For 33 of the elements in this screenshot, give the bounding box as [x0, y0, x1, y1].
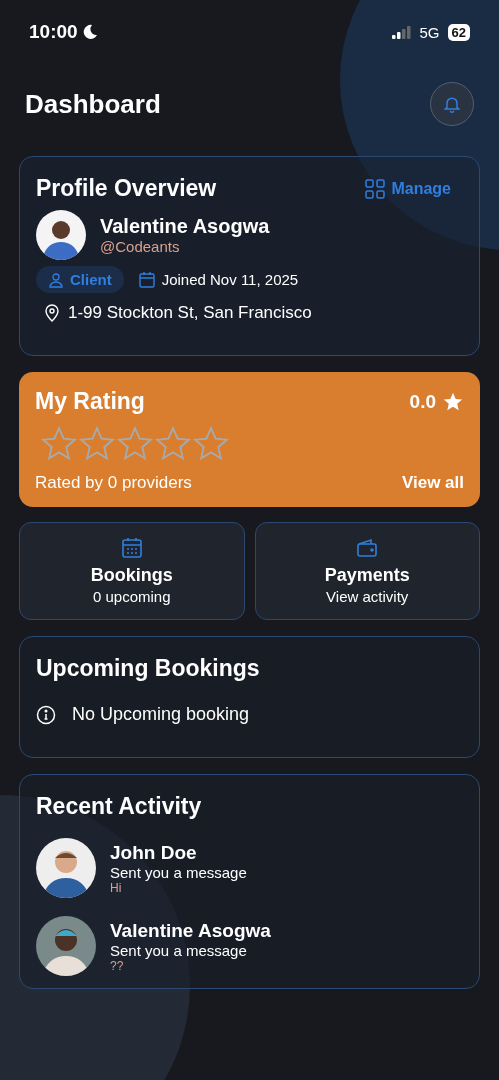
- summary-tile[interactable]: Bookings 0 upcoming: [19, 522, 245, 620]
- page-title: Dashboard: [25, 88, 161, 120]
- message-preview: ??: [110, 958, 125, 973]
- sender-name: John Doe: [110, 841, 198, 864]
- grid-icon: [365, 178, 386, 199]
- network-label: 5G: [419, 23, 440, 41]
- message-preview: Hi: [110, 880, 123, 895]
- calendar-icon: [137, 270, 156, 289]
- summary-tile[interactable]: Payments View activity: [254, 522, 480, 620]
- card-title: Upcoming Bookings: [36, 655, 260, 681]
- status-time: 10:00: [29, 21, 78, 43]
- address-text: 1-99 Stockton St, San Francisco: [68, 303, 312, 323]
- activity-text: Sent you a message: [110, 941, 248, 959]
- rating-caption: Rated by 0 providers: [35, 473, 192, 493]
- manage-link[interactable]: Manage: [365, 178, 451, 199]
- person-icon: [48, 271, 64, 288]
- card-title: Profile Overview: [36, 175, 217, 202]
- rating-score: 0.0: [409, 390, 436, 413]
- card-title: Recent Activity: [36, 793, 202, 819]
- joined-date: Joined Nov 11, 2025: [161, 271, 299, 288]
- empty-message: No Upcoming booking: [72, 704, 250, 725]
- wallet-icon: [356, 537, 379, 559]
- user-handle: @Codeants: [100, 238, 181, 255]
- role-badge: Client: [36, 266, 124, 293]
- sender-name: Valentine Asogwa: [110, 919, 271, 942]
- user-name: Valentine Asogwa: [100, 215, 270, 238]
- activity-text: Sent you a message: [110, 863, 247, 881]
- info-icon: [36, 704, 56, 725]
- location-pin-icon: [44, 304, 60, 322]
- card-title: My Rating: [35, 388, 145, 415]
- signal-icon: [391, 25, 412, 39]
- moon-icon: [81, 24, 98, 40]
- calendar-icon: [120, 537, 143, 559]
